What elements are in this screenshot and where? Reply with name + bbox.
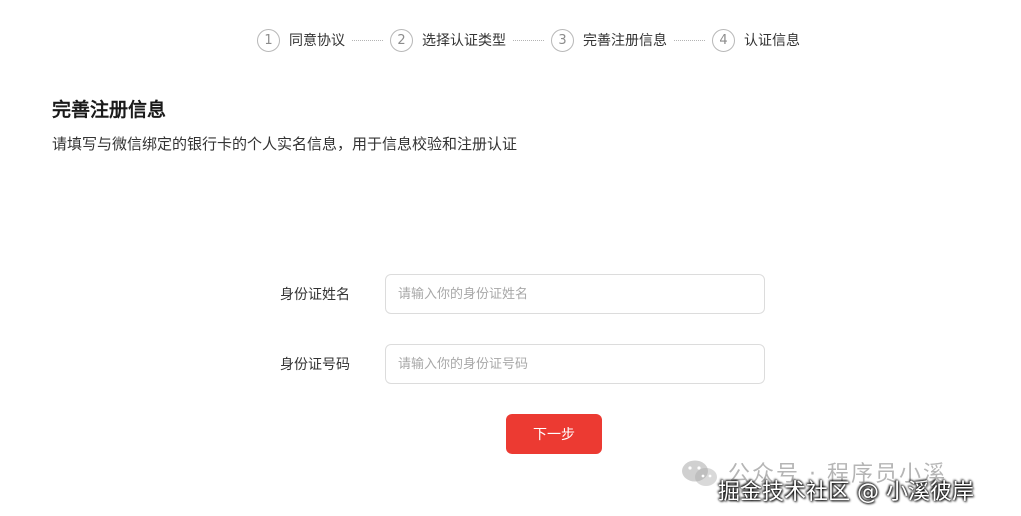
step-1-label: 同意协议 — [289, 33, 345, 49]
page-title: 完善注册信息 — [52, 99, 167, 121]
step-3-label: 完善注册信息 — [583, 33, 667, 49]
step-indicator: 1 同意协议 2 选择认证类型 3 完善注册信息 4 认证信息 — [257, 28, 800, 52]
id-name-label: 身份证姓名 — [280, 287, 350, 303]
step-2-label: 选择认证类型 — [422, 33, 506, 49]
wechat-icon — [682, 460, 717, 486]
id-number-label: 身份证号码 — [280, 357, 350, 373]
step-2-number: 2 — [390, 28, 413, 52]
step-4-label: 认证信息 — [744, 33, 800, 49]
step-4-number: 4 — [712, 28, 735, 52]
step-separator — [352, 39, 383, 41]
form-row-name: 身份证姓名 — [0, 274, 1021, 314]
step-separator — [513, 39, 544, 41]
id-number-input[interactable] — [385, 344, 765, 384]
id-name-input[interactable] — [385, 274, 765, 314]
step-2: 2 选择认证类型 — [390, 28, 506, 52]
step-4: 4 认证信息 — [712, 28, 800, 52]
step-1: 1 同意协议 — [257, 28, 345, 52]
form-row-id-number: 身份证号码 — [0, 344, 1021, 384]
page-description: 请填写与微信绑定的银行卡的个人实名信息，用于信息校验和注册认证 — [52, 135, 518, 153]
next-step-button[interactable]: 下一步 — [506, 414, 602, 454]
watermark: 公众号 · 程序员小溪 掘金技术社区 @ 小溪彼岸 — [680, 452, 1010, 508]
step-1-number: 1 — [257, 28, 280, 52]
step-3-number: 3 — [551, 28, 574, 52]
step-separator — [674, 39, 705, 41]
watermark-community: 掘金技术社区 @ 小溪彼岸 — [718, 480, 974, 505]
step-3: 3 完善注册信息 — [551, 28, 667, 52]
